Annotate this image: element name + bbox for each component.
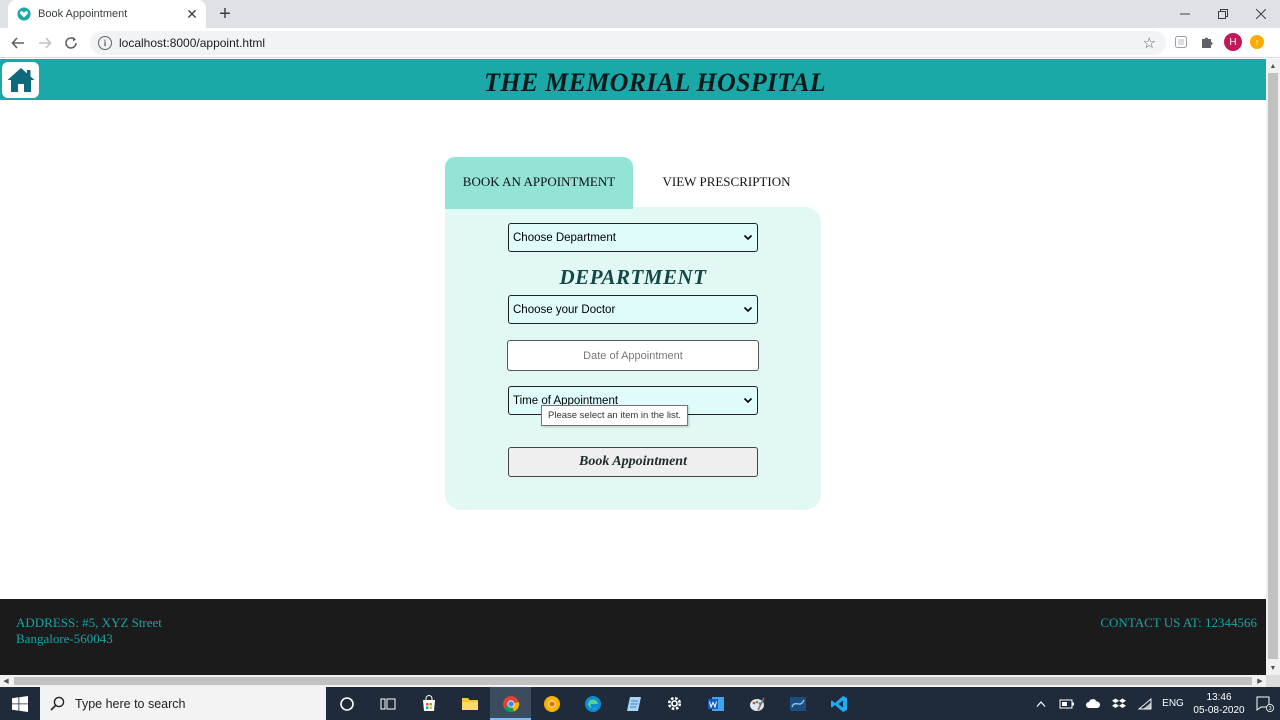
cortana-icon[interactable] [326,687,367,720]
notification-count: 3 [1268,706,1271,712]
taskbar-search-box[interactable]: Type here to search [40,687,326,720]
site-header: THE MEMORIAL HOSPITAL [0,59,1266,100]
page-viewport: THE MEMORIAL HOSPITAL BOOK AN APPOINTMEN… [0,59,1266,675]
windows-taskbar: Type here to search ENG 13:46 05-08-2020… [0,687,1280,720]
vertical-scrollbar[interactable]: ▲ ▼ [1266,59,1280,675]
minimize-icon[interactable] [1166,0,1204,28]
browser-tab-strip: Book Appointment ✕ + [0,0,1280,28]
scroll-up-arrow-icon[interactable]: ▲ [1266,59,1280,73]
footer-contact: CONTACT US AT: 12344566 [1100,615,1257,630]
task-view-icon[interactable] [367,687,408,720]
horizontal-scroll-thumb[interactable] [14,677,1252,685]
chevron-down-icon [743,234,753,241]
hospital-title: THE MEMORIAL HOSPITAL [484,68,826,97]
browser-toolbar: i localhost:8000/appoint.html ☆ H ↑ [0,28,1280,58]
battery-icon[interactable] [1054,687,1080,720]
site-info-icon[interactable]: i [98,36,112,50]
chevron-down-icon [743,306,753,313]
scroll-down-arrow-icon[interactable]: ▼ [1266,661,1280,675]
tab-book-appointment[interactable]: BOOK AN APPOINTMENT [445,157,633,206]
reader-extension-icon[interactable] [1172,33,1190,51]
show-hidden-icons-chevron-icon[interactable] [1028,687,1054,720]
footer-address: ADDRESS: #5, XYZ Street Bangalore-560043 [16,615,162,647]
site-footer: ADDRESS: #5, XYZ Street Bangalore-560043… [0,599,1266,675]
profile-avatar[interactable]: H [1224,33,1242,51]
book-appointment-button[interactable]: Book Appointment [508,447,758,477]
validation-tooltip: Please select an item in the list. [541,405,689,426]
microsoft-store-icon[interactable] [408,687,449,720]
browser-tab-book-appointment[interactable]: Book Appointment ✕ [8,0,206,28]
wifi-icon[interactable] [1132,687,1158,720]
scroll-left-arrow-icon[interactable]: ◀ [0,675,12,687]
word-app-icon[interactable] [695,687,736,720]
reload-icon[interactable] [60,32,82,54]
action-center-icon[interactable]: 3 [1250,687,1280,720]
tab-view-prescription[interactable]: VIEW PRESCRIPTION [644,157,809,206]
scroll-right-arrow-icon[interactable]: ▶ [1254,675,1266,687]
address-line-2: Bangalore-560043 [16,631,113,646]
browser-tab-title: Book Appointment [38,8,128,20]
input-language[interactable]: ENG [1158,698,1188,709]
vscode-icon[interactable] [818,687,859,720]
address-line-1: ADDRESS: #5, XYZ Street [16,615,162,630]
windows-logo-icon [12,695,28,712]
update-menu-icon[interactable]: ↑ [1250,35,1264,49]
taskbar-search-placeholder: Type here to search [75,696,186,711]
taskbar-clock[interactable]: 13:46 05-08-2020 [1188,691,1250,717]
hospital-favicon-icon [17,7,31,21]
notes-app-icon[interactable] [613,687,654,720]
restore-icon[interactable] [1204,0,1242,28]
new-tab-button[interactable]: + [214,4,236,24]
appointment-tabs: BOOK AN APPOINTMENT VIEW PRESCRIPTION [445,157,821,206]
chrome-canary-icon[interactable] [531,687,572,720]
close-tab-icon[interactable]: ✕ [182,4,202,24]
home-button[interactable] [2,62,39,98]
appointment-form: Choose Department DEPARTMENT Choose your… [445,205,821,510]
back-arrow-icon[interactable] [7,32,29,54]
close-window-icon[interactable] [1242,0,1280,28]
clock-date: 05-08-2020 [1193,704,1245,716]
window-controls [1166,0,1280,28]
home-icon [7,68,34,92]
doctor-select-value: Choose your Doctor [513,303,616,316]
onedrive-cloud-icon[interactable] [1080,687,1106,720]
department-select-value: Choose Department [513,231,616,244]
start-button[interactable] [0,687,40,720]
bookmark-star-icon[interactable]: ☆ [1143,34,1156,52]
department-heading: DEPARTMENT [559,265,707,289]
chevron-down-icon [743,397,753,404]
dropbox-icon[interactable] [1106,687,1132,720]
vertical-scroll-thumb[interactable] [1268,73,1278,659]
appointment-date-input[interactable]: Date of Appointment [507,340,759,371]
edge-browser-icon[interactable] [572,687,613,720]
clock-time: 13:46 [1206,691,1232,703]
horizontal-scrollbar[interactable]: ◀ ▶ [0,675,1266,687]
system-tray: ENG 13:46 05-08-2020 3 [1028,687,1280,720]
settings-gear-icon[interactable] [654,687,695,720]
extensions-area: H ↑ [1172,33,1264,51]
paint-app-icon[interactable] [736,687,777,720]
puzzle-extensions-icon[interactable] [1198,33,1216,51]
search-icon [50,696,65,711]
address-bar[interactable]: i localhost:8000/appoint.html ☆ [90,31,1166,55]
url-text[interactable]: localhost:8000/appoint.html [119,36,1143,50]
chrome-taskbar-icon[interactable] [490,687,531,720]
department-select[interactable]: Choose Department [508,223,758,252]
file-explorer-icon[interactable] [449,687,490,720]
forward-arrow-icon[interactable] [34,32,56,54]
doctor-select[interactable]: Choose your Doctor [508,295,758,324]
database-tool-icon[interactable] [777,687,818,720]
scrollbar-corner [1266,675,1280,687]
